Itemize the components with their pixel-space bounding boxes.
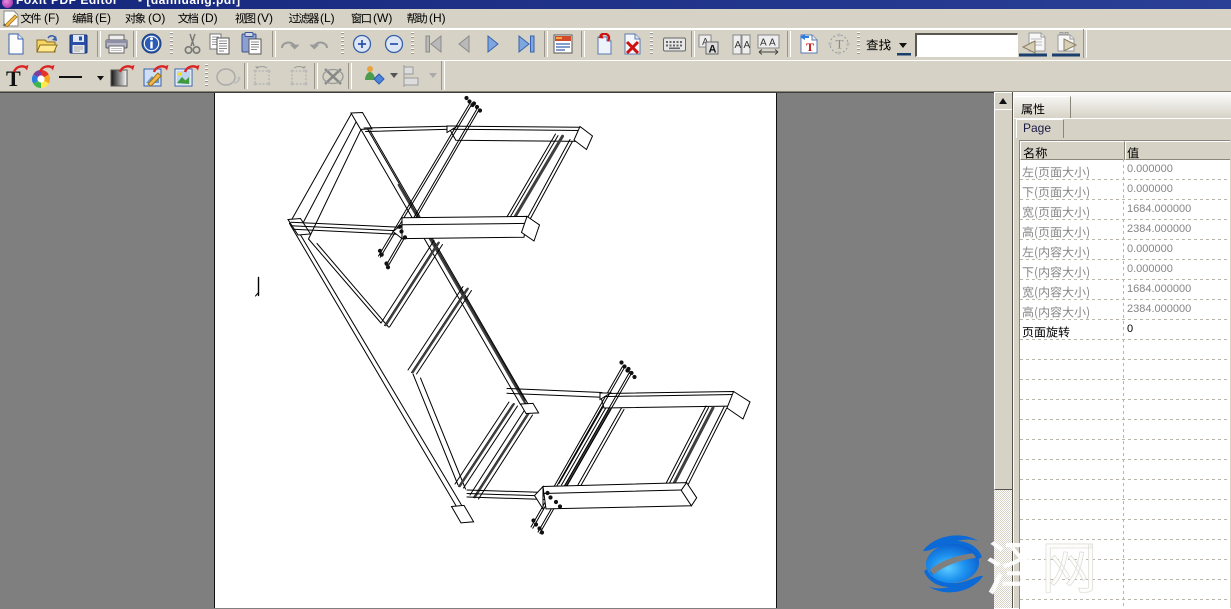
svg-text:A: A: [760, 38, 767, 49]
svg-text:T: T: [836, 37, 844, 52]
svg-text:A: A: [744, 40, 751, 51]
svg-text:A: A: [709, 44, 717, 56]
svg-text:T: T: [6, 66, 21, 88]
svg-text:A: A: [769, 38, 776, 49]
svg-text:T: T: [806, 40, 814, 54]
svg-text:A: A: [735, 40, 742, 51]
